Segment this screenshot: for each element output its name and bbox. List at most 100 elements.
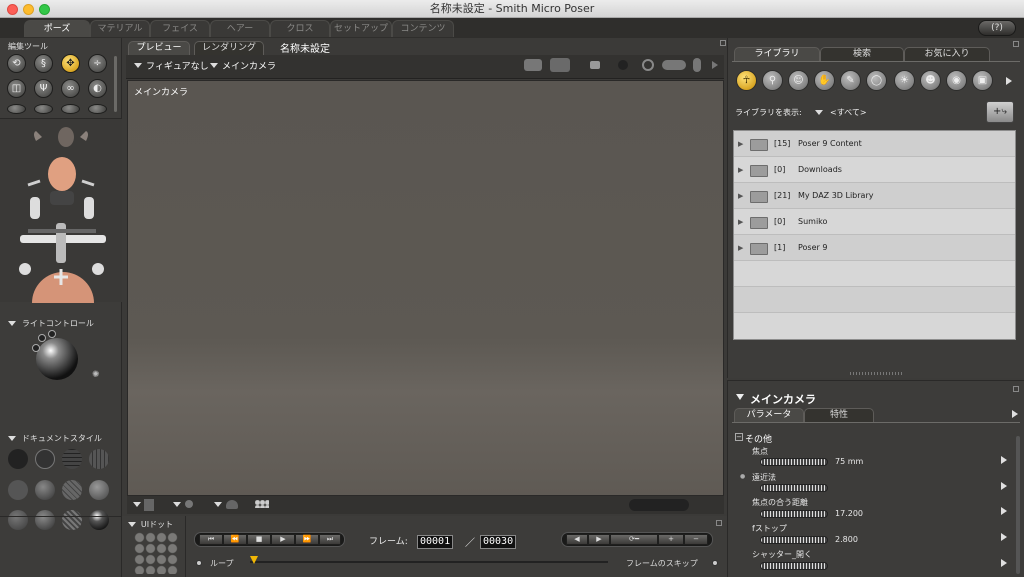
param-menu-icon[interactable] [1001, 456, 1007, 464]
depth-icon[interactable] [693, 58, 701, 72]
camera-select[interactable]: メインカメラ [222, 59, 276, 72]
floor-toggle-icon[interactable] [144, 499, 154, 511]
collapse-arrow-icon[interactable] [736, 394, 744, 400]
zoom-window-button[interactable] [39, 4, 50, 15]
parameters-menu-icon[interactable] [1012, 410, 1018, 418]
edit-keyframes-button[interactable]: ⟳━ [610, 534, 658, 545]
library-icons-next-icon[interactable] [1006, 77, 1012, 85]
panel-divider[interactable] [0, 306, 122, 314]
param-menu-icon[interactable] [1001, 507, 1007, 515]
skip-frames-toggle[interactable] [712, 560, 718, 566]
focus-distance-dial[interactable] [760, 510, 828, 518]
timeline-track[interactable] [250, 561, 608, 563]
add-keyframe-button[interactable]: + [658, 534, 684, 545]
tab-preview[interactable]: プレビュー [128, 41, 190, 55]
taper-tool-icon[interactable]: Ψ [34, 79, 53, 98]
step-forward-button[interactable]: ⏩ [295, 534, 319, 545]
style-cartoon-icon[interactable] [89, 480, 109, 500]
sphere-icon[interactable] [618, 60, 628, 70]
play-button[interactable]: ▶ [271, 534, 295, 545]
library-show-value[interactable]: <すべて> [830, 107, 867, 118]
perspective-dial[interactable] [760, 484, 828, 492]
light-sphere-control[interactable] [36, 338, 78, 380]
close-window-button[interactable] [7, 4, 18, 15]
document-style-header[interactable]: ドキュメントスタイル [8, 433, 102, 444]
param-value[interactable]: 17.200 [835, 509, 863, 518]
tab-properties[interactable]: 特性 [804, 408, 874, 422]
param-value[interactable]: 75 mm [835, 457, 863, 466]
parameter-figure-picker[interactable] [0, 118, 122, 303]
move-camera-icon[interactable] [662, 60, 686, 70]
list-item[interactable]: ▶ [0] Sumiko [734, 209, 1015, 235]
library-options-icon[interactable] [1013, 41, 1019, 47]
previous-keyframe-button[interactable]: ◀ [566, 534, 588, 545]
expand-arrow-icon[interactable]: ▶ [738, 157, 743, 183]
animation-options-icon[interactable] [716, 520, 722, 526]
tab-cloth-room[interactable]: クロス [270, 20, 330, 37]
list-item[interactable]: ▶ [15] Poser 9 Content [734, 131, 1015, 157]
figure-select[interactable]: フィギュアなし [146, 59, 209, 72]
style-smooth-lined-icon[interactable] [35, 510, 55, 530]
color-tool-icon[interactable]: ◐ [88, 79, 107, 98]
preview-mode-dots[interactable] [629, 499, 689, 511]
library-show-dropdown-icon[interactable] [815, 110, 823, 115]
figure-dropdown-icon[interactable] [134, 63, 142, 68]
tools-scrollbar[interactable] [114, 56, 117, 112]
style-lit-wireframe-icon[interactable] [8, 480, 28, 500]
style-outline-icon[interactable] [35, 449, 55, 469]
list-item[interactable]: ▶ [21] My DAZ 3D Library [734, 183, 1015, 209]
style-silhouette-icon[interactable] [8, 449, 28, 469]
frame-icon[interactable] [590, 61, 600, 69]
fstop-dial[interactable] [760, 536, 828, 544]
materials-icon[interactable]: ◉ [946, 70, 967, 91]
tab-content-room[interactable]: コンテンツ [392, 20, 454, 37]
background-dropdown-icon[interactable] [214, 502, 222, 507]
hand-icon[interactable]: ✋ [814, 70, 835, 91]
tab-library[interactable]: ライブラリ [734, 47, 820, 61]
scale-tool-icon[interactable]: ◫ [7, 79, 26, 98]
document-options-icon[interactable] [720, 40, 726, 46]
expand-arrow-icon[interactable]: ▶ [738, 235, 743, 261]
tab-pose-room[interactable]: ポーズ [24, 20, 90, 37]
prop-icon[interactable]: ◯ [866, 70, 887, 91]
shutter-open-dial[interactable] [760, 562, 828, 570]
style-wireframe-icon[interactable] [62, 449, 82, 469]
light-indicator-icon[interactable] [38, 334, 46, 342]
light-properties-icon[interactable]: ✺ [92, 370, 100, 380]
ring-icon[interactable] [642, 59, 654, 71]
twist-tool-icon[interactable]: § [34, 54, 53, 73]
help-button[interactable]: (?) [978, 20, 1016, 36]
minimize-window-button[interactable] [23, 4, 34, 15]
light-indicator-icon[interactable] [32, 344, 40, 352]
camera-icon[interactable]: ▣ [972, 70, 993, 91]
expand-arrow-icon[interactable]: ▶ [738, 183, 743, 209]
parameters-options-icon[interactable] [1013, 386, 1019, 392]
style-flat-lined-icon[interactable] [62, 480, 82, 500]
camera-view-icon[interactable] [524, 59, 542, 71]
focal-dial[interactable] [760, 458, 828, 466]
tab-material-room[interactable]: マテリアル [90, 20, 150, 37]
style-smooth-shaded-icon[interactable] [8, 510, 28, 530]
tab-favorites[interactable]: お気に入り [904, 47, 990, 61]
total-frames-field[interactable]: 00030 [480, 535, 517, 549]
multi-view-icon[interactable] [550, 58, 570, 72]
face-icon[interactable]: ☺ [788, 70, 809, 91]
toolbar-more-icon[interactable] [712, 61, 718, 69]
3d-viewport[interactable]: メインカメラ [127, 80, 724, 496]
tab-face-room[interactable]: フェイス [150, 20, 210, 37]
param-menu-icon[interactable] [1001, 482, 1007, 490]
go-to-start-button[interactable]: ⏮ [199, 534, 223, 545]
chain-break-tool-icon[interactable]: ∞ [61, 79, 80, 98]
figure-icon[interactable]: ☥ [736, 70, 757, 91]
list-item[interactable]: ▶ [0] Downloads [734, 157, 1015, 183]
light-controls-header[interactable]: ライトコントロール [8, 318, 94, 329]
tab-hair-room[interactable]: ヘアー [210, 20, 270, 37]
floor-dropdown-icon[interactable] [133, 502, 141, 507]
shadow-toggle-icon[interactable] [185, 500, 193, 508]
expand-arrow-icon[interactable]: ▶ [738, 131, 743, 157]
current-frame-field[interactable]: 00001 [417, 535, 454, 549]
expand-arrow-icon[interactable]: ▶ [738, 209, 743, 235]
style-texture-shaded-icon[interactable] [62, 510, 82, 530]
param-menu-icon[interactable] [1001, 559, 1007, 567]
direct-manipulation-tool-icon[interactable] [88, 104, 107, 114]
